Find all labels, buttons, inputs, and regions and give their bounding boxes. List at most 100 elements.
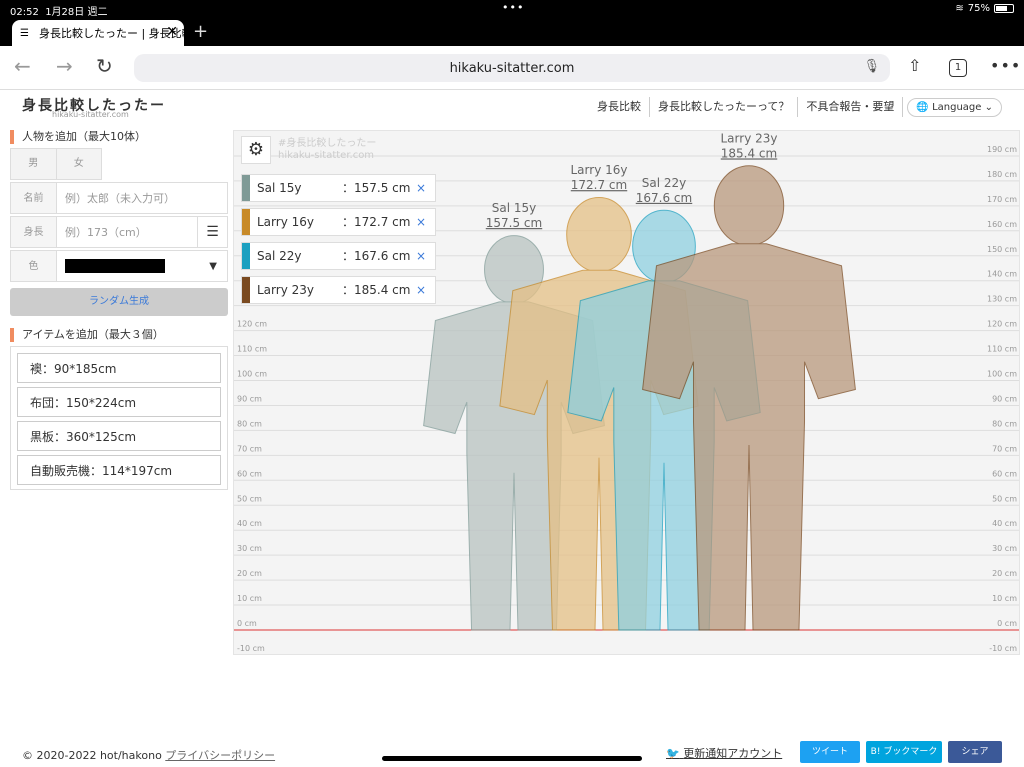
tick-label: 80 cm — [237, 419, 262, 428]
item-futon[interactable]: 布団：150*224cm — [17, 387, 221, 417]
site-nav: 身長比較 身長比較したったーって？ 不具合報告・要望 🌐 Language ⌄ — [589, 97, 1002, 117]
tweet-button[interactable]: ツイート — [800, 741, 860, 763]
site-footer: © 2020-2022 hot/hakono プライバシーポリシー 🐦 更新通知… — [0, 737, 1024, 767]
list-icon[interactable]: ☰ — [197, 217, 227, 247]
tick-label: 80 cm — [992, 419, 1017, 428]
tick-label: 180 cm — [987, 170, 1017, 179]
favicon-icon: ☰ — [20, 27, 29, 39]
tick-label: 190 cm — [987, 145, 1017, 154]
update-account-link[interactable]: 🐦 更新通知アカウント — [666, 745, 782, 761]
person-item[interactable]: Sal 22y ：167.6 cm × — [241, 242, 436, 270]
tick-label: 100 cm — [237, 370, 267, 379]
tick-label: 0 cm — [997, 619, 1017, 628]
name-label: 名前 — [11, 183, 57, 213]
tick-label: 70 cm — [992, 444, 1017, 453]
person-name-label: Larry 16y — [571, 163, 628, 177]
remove-icon[interactable]: × — [416, 277, 426, 303]
tick-label: 40 cm — [237, 519, 262, 528]
browser-tab[interactable]: ☰ 身長比較したったー | 身長比較 ✕ — [12, 20, 184, 46]
new-tab-icon[interactable]: + — [193, 21, 208, 42]
more-icon[interactable]: ••• — [990, 56, 1021, 75]
person-height-label: 157.5 cm — [486, 216, 542, 230]
item-fusuma[interactable]: 襖：90*185cm — [17, 353, 221, 383]
person-height-label: 167.6 cm — [636, 191, 692, 205]
person-name-label: Sal 15y — [492, 201, 537, 215]
forward-icon[interactable]: → — [56, 54, 73, 78]
tick-label: 30 cm — [992, 544, 1017, 553]
privacy-link[interactable]: プライバシーポリシー — [165, 749, 275, 762]
person-item[interactable]: Sal 15y ：157.5 cm × — [241, 174, 436, 202]
item-vending-machine[interactable]: 自動販売機：114*197cm — [17, 455, 221, 485]
url-bar[interactable]: hikaku-sitatter.com 🎙 — [134, 54, 890, 82]
item-list: 襖：90*185cm 布団：150*224cm 黒板：360*125cm 自動販… — [10, 346, 228, 490]
tick-label: 170 cm — [987, 195, 1017, 204]
home-indicator — [382, 756, 642, 761]
status-bar: 02:52 1月28日 週二 ••• ≋ 75% — [0, 0, 1024, 18]
remove-icon[interactable]: × — [416, 209, 426, 235]
tick-label: 10 cm — [992, 594, 1017, 603]
reload-icon[interactable]: ↻ — [96, 54, 113, 78]
url-text: hikaku-sitatter.com — [449, 60, 575, 76]
tick-label: 90 cm — [237, 394, 262, 403]
gender-toggle: 男 女 — [10, 148, 102, 180]
female-button[interactable]: 女 — [56, 149, 101, 179]
remove-icon[interactable]: × — [416, 243, 426, 269]
tab-count[interactable]: 1 — [949, 59, 967, 77]
share-icon[interactable]: ⇧ — [908, 56, 921, 75]
tick-label: 50 cm — [992, 494, 1017, 503]
tick-label: 50 cm — [237, 494, 262, 503]
watermark: #身長比較したったー hikaku-sitatter.com — [278, 138, 377, 161]
tick-label: 20 cm — [992, 569, 1017, 578]
item-blackboard[interactable]: 黒板：360*125cm — [17, 421, 221, 451]
tick-label: -10 cm — [989, 644, 1017, 653]
battery-status: ≋ 75% — [955, 3, 1014, 14]
browser-toolbar: ← → ↻ hikaku-sitatter.com 🎙 ⇧ 1 ••• — [0, 46, 1024, 90]
tick-label: 150 cm — [987, 245, 1017, 254]
person-item[interactable]: Larry 16y ：172.7 cm × — [241, 208, 436, 236]
nav-report[interactable]: 不具合報告・要望 — [798, 97, 904, 117]
language-button[interactable]: 🌐 Language ⌄ — [907, 97, 1002, 117]
twitter-icon: 🐦 — [666, 747, 680, 760]
tick-label: 110 cm — [987, 345, 1017, 354]
globe-icon: 🌐 — [916, 101, 929, 113]
bookmark-button[interactable]: B! ブックマーク — [866, 741, 942, 763]
color-label: 色 — [11, 251, 57, 281]
tick-label: 30 cm — [237, 544, 262, 553]
nav-about[interactable]: 身長比較したったーって？ — [650, 97, 799, 117]
mic-icon[interactable]: 🎙 — [863, 59, 880, 74]
male-button[interactable]: 男 — [11, 149, 57, 179]
add-person-heading: 人物を追加（最大10体） — [10, 130, 228, 144]
control-panel: 人物を追加（最大10体） 男 女 名前 例）太郎（未入力可） 身長 例）173（… — [10, 130, 228, 490]
nav-height-compare[interactable]: 身長比較 — [589, 97, 650, 117]
chevron-down-icon: ⌄ — [984, 101, 993, 113]
multitask-dots-icon[interactable]: ••• — [502, 1, 524, 14]
tick-label: 160 cm — [987, 220, 1017, 229]
wifi-icon: ≋ — [955, 3, 964, 14]
status-time: 02:52 1月28日 週二 — [10, 7, 108, 18]
gear-icon[interactable]: ⚙ — [241, 136, 271, 164]
random-generate-button[interactable]: ランダム生成 — [10, 288, 228, 316]
tick-label: 70 cm — [237, 444, 262, 453]
name-input[interactable]: 例）太郎（未入力可） — [57, 190, 227, 206]
add-item-heading: アイテムを追加（最大３個） — [10, 328, 228, 342]
back-icon[interactable]: ← — [14, 54, 31, 78]
remove-icon[interactable]: × — [416, 175, 426, 201]
person-height-label: 185.4 cm — [721, 146, 777, 160]
tick-label: 130 cm — [987, 295, 1017, 304]
color-select[interactable] — [65, 259, 165, 273]
tick-label: 20 cm — [237, 569, 262, 578]
person-name-label: Sal 22y — [642, 176, 687, 190]
tick-label: 90 cm — [992, 394, 1017, 403]
height-input[interactable]: 例）173（cm） — [57, 224, 197, 240]
tick-label: 110 cm — [237, 345, 267, 354]
person-height-label: 172.7 cm — [571, 178, 627, 192]
facebook-share-button[interactable]: シェア — [948, 741, 1002, 763]
tick-label: -10 cm — [237, 644, 265, 653]
dropdown-arrow-icon[interactable]: ▼ — [209, 261, 217, 272]
tick-label: 120 cm — [237, 320, 267, 329]
height-label: 身長 — [11, 217, 57, 247]
color-row: 色 ▼ — [10, 250, 228, 282]
site-logo-sub: hikaku-sitatter.com — [52, 110, 129, 119]
close-tab-icon[interactable]: ✕ — [166, 24, 178, 40]
person-item[interactable]: Larry 23y ：185.4 cm × — [241, 276, 436, 304]
